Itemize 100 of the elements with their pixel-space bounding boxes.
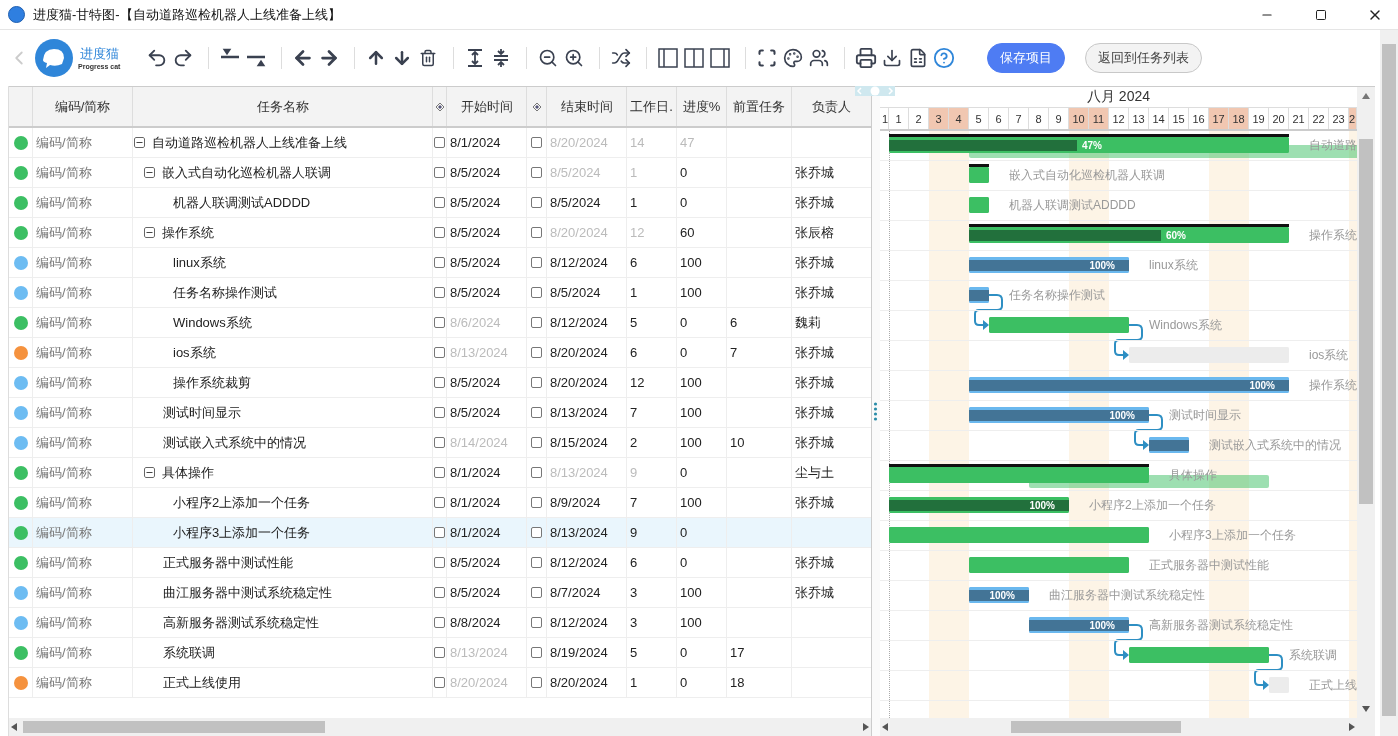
table-row[interactable]: 编码/简称 曲江服务器中测试系统稳定性 8/5/2024 8/7/2024 3 100 张乔城 xyxy=(9,578,871,608)
save-button[interactable]: 保存项目 xyxy=(987,43,1066,73)
table-row[interactable]: 编码/简称 系统联调 8/13/2024 8/19/2024 5 0 17 xyxy=(9,638,871,668)
checkbox[interactable] xyxy=(434,197,445,208)
checkbox[interactable] xyxy=(434,467,445,478)
sort-icon[interactable] xyxy=(435,102,444,111)
scrollbar-thumb[interactable] xyxy=(1359,139,1373,504)
printer-icon[interactable] xyxy=(855,47,878,69)
checkbox[interactable] xyxy=(531,257,542,268)
shuffle-icon[interactable] xyxy=(610,47,633,69)
checkbox[interactable] xyxy=(531,197,542,208)
checkbox[interactable] xyxy=(434,557,445,568)
checkbox[interactable] xyxy=(531,677,542,688)
checkbox[interactable] xyxy=(531,527,542,538)
table-row[interactable]: 编码/简称 Windows系统 8/6/2024 8/12/2024 5 0 6 魏莉 xyxy=(9,308,871,338)
checkbox[interactable] xyxy=(434,287,445,298)
checkbox[interactable] xyxy=(434,527,445,538)
checkbox[interactable] xyxy=(434,437,445,448)
checkbox[interactable] xyxy=(531,497,542,508)
checkbox[interactable] xyxy=(531,557,542,568)
checkbox[interactable] xyxy=(434,317,445,328)
scrollbar-thumb[interactable] xyxy=(23,721,325,733)
column-header[interactable]: 进度% xyxy=(677,87,727,126)
checkbox[interactable] xyxy=(434,407,445,418)
checkbox[interactable] xyxy=(531,587,542,598)
task-bar[interactable] xyxy=(889,137,1289,153)
page-scrollbar[interactable] xyxy=(1380,30,1398,736)
palette-icon[interactable] xyxy=(782,47,805,69)
checkbox[interactable] xyxy=(531,437,542,448)
checkbox[interactable] xyxy=(434,617,445,628)
column-header[interactable]: 前置任务 xyxy=(727,87,792,126)
scrollbar-thumb[interactable] xyxy=(1382,44,1396,716)
checkbox[interactable] xyxy=(531,167,542,178)
checkbox[interactable] xyxy=(434,227,445,238)
checkbox[interactable] xyxy=(434,347,445,358)
scroll-left-icon[interactable] xyxy=(11,723,17,731)
table-row[interactable]: 编码/简称 高新服务器测试系统稳定性 8/8/2024 8/12/2024 3 100 xyxy=(9,608,871,638)
checkbox[interactable] xyxy=(531,377,542,388)
scroll-right-icon[interactable] xyxy=(1349,723,1355,731)
back-to-list-button[interactable]: 返回到任务列表 xyxy=(1085,43,1203,73)
collapse-toggle[interactable] xyxy=(134,137,145,148)
table-row[interactable]: 编码/简称 正式服务器中测试性能 8/5/2024 8/12/2024 6 0 张乔城 xyxy=(9,548,871,578)
table-row[interactable]: 编码/简称 测试嵌入式系统中的情况 8/14/2024 8/15/2024 2 100 10 张乔城 xyxy=(9,428,871,458)
end-date: 8/9/2024 xyxy=(550,495,601,510)
column-header[interactable]: 开始时间 xyxy=(447,87,527,126)
checkbox[interactable] xyxy=(531,317,542,328)
maximize-icon[interactable] xyxy=(1315,8,1327,21)
checkbox[interactable] xyxy=(434,647,445,658)
column-header[interactable]: 工作日. xyxy=(627,87,677,126)
checkbox[interactable] xyxy=(531,347,542,358)
column-header[interactable]: 编码/简称 xyxy=(33,87,133,126)
checkbox[interactable] xyxy=(434,377,445,388)
splitter-handle-icon[interactable] xyxy=(855,86,895,96)
collapse-toggle[interactable] xyxy=(144,167,155,178)
scrollbar-thumb[interactable] xyxy=(1011,721,1181,733)
checkbox[interactable] xyxy=(531,467,542,478)
scroll-left-icon[interactable] xyxy=(882,723,888,731)
checkbox[interactable] xyxy=(531,617,542,628)
table-row[interactable]: 编码/简称 linux系统 8/5/2024 8/12/2024 6 100 张乔城 xyxy=(9,248,871,278)
table-row[interactable]: 编码/简称 具体操作 8/1/2024 8/13/2024 9 0 尘与土 xyxy=(9,458,871,488)
checkbox[interactable] xyxy=(434,587,445,598)
checkbox[interactable] xyxy=(434,677,445,688)
scroll-down-icon[interactable] xyxy=(1362,706,1370,712)
collapse-toggle[interactable] xyxy=(144,467,155,478)
collapse-toggle[interactable] xyxy=(144,227,155,238)
help-icon[interactable] xyxy=(933,47,956,69)
table-row[interactable]: 编码/简称 操作系统裁剪 8/5/2024 8/20/2024 12 100 张乔城 xyxy=(9,368,871,398)
users-icon[interactable] xyxy=(808,47,831,69)
column-header[interactable]: 任务名称 xyxy=(133,87,433,126)
checkbox[interactable] xyxy=(434,137,445,148)
split-panel-icon[interactable] xyxy=(683,47,706,69)
table-row[interactable]: 编码/简称 机器人联调测试ADDDD 8/5/2024 8/5/2024 1 0 张乔城 xyxy=(9,188,871,218)
right-panel-icon[interactable] xyxy=(709,47,732,69)
checkbox[interactable] xyxy=(434,257,445,268)
table-row[interactable]: 编码/简称 自动道路巡检机器人上线准备上线 8/1/2024 8/20/2024 14 47 xyxy=(9,128,871,158)
checkbox[interactable] xyxy=(434,497,445,508)
table-row[interactable]: 编码/简称 嵌入式自动化巡检机器人联调 8/5/2024 8/5/2024 1 0 张乔城 xyxy=(9,158,871,188)
checkbox[interactable] xyxy=(531,647,542,658)
column-header[interactable]: 结束时间 xyxy=(547,87,627,126)
checkbox[interactable] xyxy=(434,167,445,178)
fullscreen-icon[interactable] xyxy=(756,47,779,69)
scroll-up-icon[interactable] xyxy=(1362,93,1370,99)
checkbox[interactable] xyxy=(531,407,542,418)
table-row[interactable]: 编码/简称 测试时间显示 8/5/2024 8/13/2024 7 100 张乔城 xyxy=(9,398,871,428)
left-panel-icon[interactable] xyxy=(657,47,680,69)
horizontal-scrollbar[interactable] xyxy=(9,718,871,736)
horizontal-scrollbar[interactable] xyxy=(880,718,1357,736)
sort-icon[interactable] xyxy=(532,102,541,111)
checkbox[interactable] xyxy=(531,227,542,238)
table-row[interactable]: 编码/简称 操作系统 8/5/2024 8/20/2024 12 60 张辰榕 xyxy=(9,218,871,248)
table-row[interactable]: 编码/简称 正式上线使用 8/20/2024 8/20/2024 1 0 18 xyxy=(9,668,871,698)
vertical-scrollbar[interactable] xyxy=(1357,86,1375,736)
table-row[interactable]: 编码/简称 小程序3上添加一个任务 8/1/2024 8/13/2024 9 0 xyxy=(9,518,871,548)
table-row[interactable]: 编码/简称 ios系统 8/13/2024 8/20/2024 6 0 7 张乔城 xyxy=(9,338,871,368)
drag-grip-icon[interactable] xyxy=(873,402,878,422)
scroll-right-icon[interactable] xyxy=(863,723,869,731)
checkbox[interactable] xyxy=(531,137,542,148)
table-row[interactable]: 编码/简称 任务名称操作测试 8/5/2024 8/5/2024 1 100 张乔城 xyxy=(9,278,871,308)
task-bar[interactable] xyxy=(969,227,1289,243)
checkbox[interactable] xyxy=(531,287,542,298)
